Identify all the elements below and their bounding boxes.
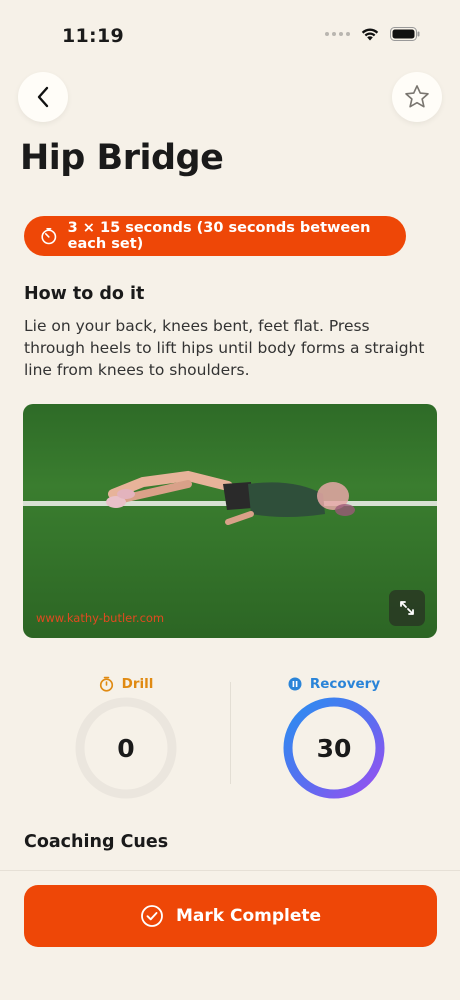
status-bar: 11:19 [0, 0, 460, 60]
recovery-label: Recovery [309, 676, 381, 692]
how-to-text: Lie on your back, knees bent, feet flat.… [24, 317, 425, 379]
recovery-progress-ring: 30 [282, 696, 386, 800]
star-icon [405, 85, 429, 108]
drill-label: Drill [121, 676, 154, 692]
status-time: 11:19 [62, 25, 124, 47]
page-title: Hip Bridge [20, 138, 224, 178]
fullscreen-button[interactable] [389, 590, 425, 626]
status-icons [325, 26, 420, 41]
expand-icon [400, 601, 414, 615]
drill-timer: Drill 0 [56, 674, 196, 800]
duration-label: 3 × 15 seconds (30 seconds between each … [67, 220, 371, 252]
wifi-icon [361, 28, 379, 41]
check-circle-icon [141, 905, 163, 927]
stopwatch-icon [99, 676, 113, 692]
recovery-timer: Recovery 30 [264, 674, 404, 800]
mark-complete-button[interactable]: Mark Complete [24, 885, 437, 947]
athlete-figure [106, 470, 355, 525]
timer-divider [230, 682, 231, 784]
back-button[interactable] [18, 72, 68, 122]
mark-complete-label: Mark Complete [175, 906, 322, 926]
coaching-cues-heading: Coaching Cues [24, 832, 169, 852]
cellular-signal-icon [325, 31, 350, 36]
video-watermark: www.kathy-butler.com [36, 611, 165, 625]
pause-icon [288, 677, 302, 691]
drill-value: 0 [117, 733, 135, 763]
chevron-left-icon [37, 86, 49, 108]
battery-icon [390, 26, 420, 41]
duration-badge: 3 × 15 seconds (30 seconds between each … [24, 216, 406, 256]
exercise-video[interactable]: www.kathy-butler.com [23, 404, 437, 638]
favorite-button[interactable] [392, 72, 442, 122]
how-to-heading: How to do it [24, 284, 145, 304]
drill-label-row: Drill [56, 674, 196, 694]
recovery-label-row: Recovery [264, 674, 404, 694]
drill-progress-ring: 0 [74, 696, 178, 800]
recovery-value: 30 [316, 733, 352, 763]
timer-icon [41, 227, 57, 245]
